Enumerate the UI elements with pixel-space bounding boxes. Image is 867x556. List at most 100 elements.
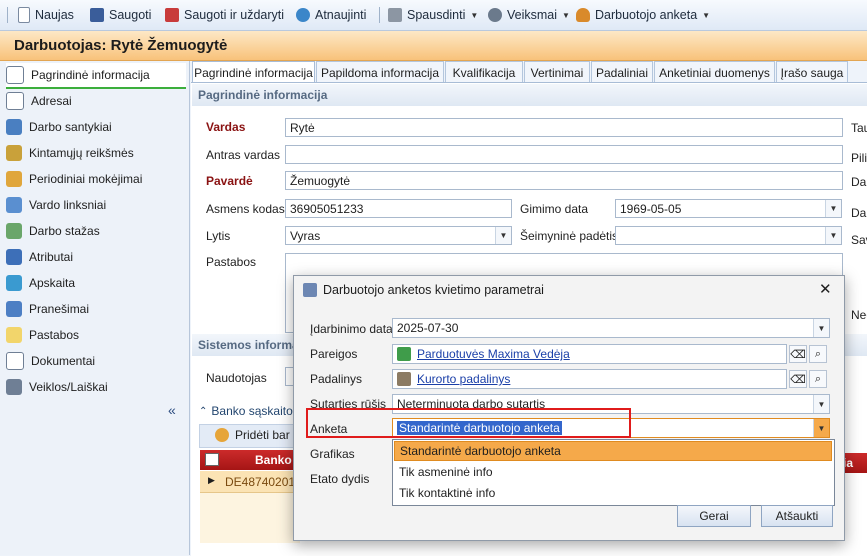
dropdown-option[interactable]: Tik kontaktinė info xyxy=(394,483,832,503)
add-bank-button[interactable]: Pridėti bar xyxy=(215,428,290,442)
pareigos-label: Pareigos xyxy=(310,347,358,361)
row-indicator-icon: ▶ xyxy=(208,475,215,485)
sidebar-item-accounting[interactable]: Apskaita xyxy=(6,271,186,295)
address-icon xyxy=(6,92,24,110)
sidebar-item-label: Pagrindinė informacija xyxy=(31,68,150,82)
position-icon xyxy=(397,347,411,361)
sidebar-item-activities[interactable]: Veiklos/Laiškai xyxy=(6,375,186,399)
chevron-down-icon[interactable]: ▼ xyxy=(813,395,829,413)
sidebar-item-documents[interactable]: Dokumentai xyxy=(6,349,186,373)
right-label-5: Sav xyxy=(851,233,867,247)
save-button[interactable]: Saugoti xyxy=(90,6,151,24)
section-header: Pagrindinė informacija xyxy=(192,84,867,106)
add-bank-label: Pridėti bar xyxy=(235,428,290,442)
antras-vardas-input[interactable] xyxy=(285,145,843,164)
lytis-select[interactable]: Vyras ▼ xyxy=(285,226,512,245)
declension-icon xyxy=(6,197,22,213)
tab-additional-info[interactable]: Papildoma informacija xyxy=(316,61,444,83)
dialog-title: Darbuotojo anketos kvietimo parametrai xyxy=(323,283,544,297)
actions-button[interactable]: Veiksmai ▼ xyxy=(488,6,570,24)
sidebar-item-periodic-payments[interactable]: Periodiniai mokėjimai xyxy=(6,167,186,191)
chevron-down-icon[interactable]: ▼ xyxy=(813,419,829,437)
idarbinimo-input[interactable]: 2025-07-30 ▼ xyxy=(392,318,830,338)
sidebar-item-notifications[interactable]: Pranešimai xyxy=(6,297,186,321)
vardas-label: Vardas xyxy=(206,120,246,134)
tab-departments[interactable]: Padaliniai xyxy=(591,61,653,83)
antras-vardas-label: Antras vardas xyxy=(206,148,281,162)
sidebar-item-label: Darbo santykiai xyxy=(29,120,112,134)
notification-icon xyxy=(6,301,22,317)
print-icon xyxy=(388,8,402,22)
ok-button[interactable]: Gerai xyxy=(677,505,751,527)
save-close-icon xyxy=(165,8,179,22)
save-icon xyxy=(90,8,104,22)
sidebar-item-attributes[interactable]: Atributai xyxy=(6,245,186,269)
add-icon xyxy=(215,428,229,442)
sidebar-item-basic-info[interactable]: Pagrindinė informacija xyxy=(6,63,186,89)
sidebar-item-label: Darbo stažas xyxy=(29,224,100,238)
collapse-sidebar-button[interactable]: « xyxy=(168,402,176,418)
attributes-icon xyxy=(6,249,22,265)
grafikas-label: Grafikas xyxy=(310,447,355,461)
sidebar-item-work-experience[interactable]: Darbo stažas xyxy=(6,219,186,243)
lytis-value: Vyras xyxy=(290,228,321,243)
cancel-button[interactable]: Atšaukti xyxy=(761,505,833,527)
refresh-icon xyxy=(296,8,310,22)
padalinys-link[interactable]: Kurorto padalinys xyxy=(417,372,510,386)
tab-evaluations[interactable]: Vertinimai xyxy=(524,61,590,83)
sidebar: Pagrindinė informacija Adresai Darbo san… xyxy=(0,61,190,555)
chevron-down-icon[interactable]: ▼ xyxy=(825,200,841,217)
dropdown-option[interactable]: Tik asmeninė info xyxy=(394,462,832,482)
asmens-kodas-label: Asmens kodas xyxy=(206,202,285,216)
pavarde-input[interactable]: Žemuogytė xyxy=(285,171,843,190)
sidebar-item-name-declensions[interactable]: Vardo linksniai xyxy=(6,193,186,217)
sidebar-item-label: Adresai xyxy=(31,94,72,108)
refresh-button[interactable]: Atnaujinti xyxy=(296,6,366,24)
gimimo-data-input[interactable]: 1969-05-05 ▼ xyxy=(615,199,842,218)
sidebar-item-label: Pastabos xyxy=(29,328,80,342)
eraser-icon[interactable]: ⌫ xyxy=(789,345,807,363)
vardas-input[interactable]: Rytė xyxy=(285,118,843,137)
pareigos-input[interactable]: Parduotuvės Maxima Vedėja xyxy=(392,344,787,364)
chevron-down-icon[interactable]: ▼ xyxy=(495,227,511,244)
padalinys-label: Padalinys xyxy=(310,372,363,386)
card-icon xyxy=(6,66,24,84)
print-button[interactable]: Spausdinti ▼ xyxy=(388,6,478,24)
naudotojas-label: Naudotojas xyxy=(206,371,267,385)
dialog-app-icon xyxy=(303,283,317,297)
right-label-2: Pilie xyxy=(851,151,867,165)
tab-qualification[interactable]: Kvalifikacija xyxy=(445,61,523,83)
accounting-icon xyxy=(6,275,22,291)
eraser-icon[interactable]: ⌫ xyxy=(789,370,807,388)
sidebar-item-notes[interactable]: Pastabos xyxy=(6,323,186,347)
close-icon[interactable]: ✕ xyxy=(819,280,832,298)
save-label: Saugoti xyxy=(109,8,152,22)
tab-record-security[interactable]: Įrašo sauga xyxy=(776,61,848,83)
save-close-button[interactable]: Saugoti ir uždaryti xyxy=(165,6,284,24)
refresh-label: Atnaujinti xyxy=(315,8,367,22)
mail-icon xyxy=(6,379,22,395)
search-icon[interactable]: ⌕ xyxy=(809,345,827,363)
sidebar-item-employment[interactable]: Darbo santykiai xyxy=(6,115,186,139)
right-label-3: Dar xyxy=(851,175,867,189)
chevron-down-icon[interactable]: ▼ xyxy=(825,227,841,244)
tab-basic-info[interactable]: Pagrindinė informacija xyxy=(192,61,315,84)
sidebar-item-addresses[interactable]: Adresai xyxy=(6,89,186,113)
dropdown-option[interactable]: Standarintė darbuotojo anketa xyxy=(394,441,832,461)
sidebar-item-variables[interactable]: Kintamųjų reikšmės xyxy=(6,141,186,165)
padalinys-input[interactable]: Kurorto padalinys xyxy=(392,369,787,389)
asmens-kodas-input[interactable]: 36905051233 xyxy=(285,199,512,218)
new-button[interactable]: Naujas xyxy=(18,6,74,24)
tab-questionnaire-data[interactable]: Anketiniai duomenys xyxy=(654,61,775,83)
employee-form-button[interactable]: Darbuotojo anketa ▼ xyxy=(576,6,710,24)
chevron-down-icon: ▼ xyxy=(702,10,711,20)
chevron-up-icon: ⌃ xyxy=(199,405,208,417)
bank-accounts-header[interactable]: ⌃ Banko sąskaitos xyxy=(199,400,299,422)
seimynine-select[interactable]: ▼ xyxy=(615,226,842,245)
toolbar-separator xyxy=(379,7,380,23)
search-icon[interactable]: ⌕ xyxy=(809,370,827,388)
idarbinimo-value: 2025-07-30 xyxy=(397,321,459,335)
pareigos-link[interactable]: Parduotuvės Maxima Vedėja xyxy=(417,347,570,361)
chevron-down-icon[interactable]: ▼ xyxy=(813,319,829,337)
sidebar-item-label: Vardo linksniai xyxy=(29,198,107,212)
